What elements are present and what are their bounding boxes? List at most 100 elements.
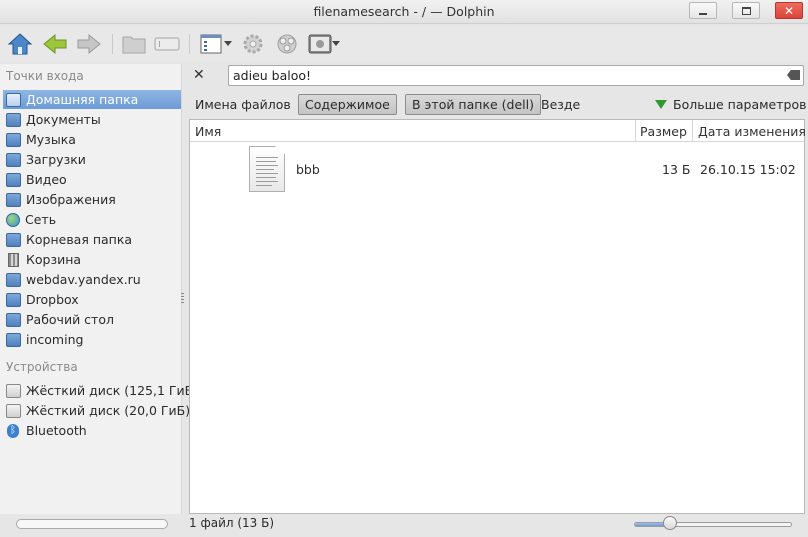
places-section-title: Точки входа [6,69,84,83]
sidebar-item-label: Корневая папка [26,232,133,247]
rename-button[interactable] [154,31,180,57]
sidebar-item-label: Видео [26,172,67,187]
minimize-button[interactable] [689,2,717,19]
panel-splitter-handle[interactable] [181,293,184,303]
column-modified-header[interactable]: Дата изменения [698,124,806,139]
forward-button[interactable] [76,31,102,57]
dropbox-folder-icon [6,292,21,307]
filter-this-folder-button[interactable]: В этой папке (dell) [405,94,541,115]
sidebar-item-network[interactable]: Сеть [3,210,181,229]
services-button[interactable] [274,31,300,57]
folder-icon [122,36,146,54]
sidebar-item-label: incoming [26,332,84,347]
menu-icon [308,34,332,54]
desktop-folder-icon [6,312,21,327]
settings-button[interactable] [240,31,266,57]
column-header: Имя Размер Дата изменения [190,120,806,142]
sidebar-item-label: Загрузки [26,152,86,167]
pictures-folder-icon [6,192,21,207]
root-folder-icon [6,232,21,247]
column-separator[interactable] [635,120,636,142]
network-icon [6,212,20,227]
toolbar [0,25,808,63]
sidebar-item-label: webdav.yandex.ru [26,272,141,287]
downloads-folder-icon [6,152,21,167]
sidebar-item-root[interactable]: Корневая папка [3,230,181,249]
sidebar-item-label: Сеть [25,212,57,227]
hard-drive-icon [6,403,21,418]
more-options-button[interactable]: Больше параметров [649,94,808,115]
sidebar-item-label: Документы [26,112,101,127]
close-button[interactable]: ✕ [775,2,803,19]
filter-everywhere-button[interactable]: Везде [535,94,586,115]
music-folder-icon [6,132,21,147]
sidebar-item-label: Домашняя папка [26,92,139,107]
sidebar-item-downloads[interactable]: Загрузки [3,150,181,169]
view-mode-button[interactable] [198,31,224,57]
sidebar-item-pictures[interactable]: Изображения [3,190,181,209]
filter-content-button[interactable]: Содержимое [298,94,397,115]
documents-folder-icon [6,112,21,127]
search-bar: ✕ [186,64,808,88]
view-mode-dropdown-icon[interactable] [224,41,232,46]
sidebar-item-label: Рабочий стол [26,312,114,327]
sidebar-item-bluetooth[interactable]: ᛒ Bluetooth [3,421,181,440]
sidebar-item-webdav[interactable]: webdav.yandex.ru [3,270,181,289]
sidebar-item-music[interactable]: Музыка [3,130,181,149]
sidebar-item-trash[interactable]: Корзина [3,250,181,269]
details-view-icon [200,34,222,54]
sidebar-item-label: Музыка [26,132,76,147]
bluetooth-icon: ᛒ [7,423,19,438]
main-panel: ✕ Имена файлов Содержимое В этой папке (… [186,64,808,514]
minimize-icon [699,12,707,15]
column-size-header[interactable]: Размер [640,124,687,139]
text-file-icon [249,146,285,192]
places-panel: Точки входа Домашняя папка Документы Муз… [0,64,198,514]
search-input[interactable] [228,65,804,86]
sidebar-item-incoming[interactable]: incoming [3,330,181,349]
title-bar: filenamesearch - / — Dolphin ✕ [0,0,808,24]
sidebar-item-documents[interactable]: Документы [3,110,181,129]
more-options-label: Больше параметров [673,97,807,112]
sidebar-item-home[interactable]: Домашняя папка [3,90,181,109]
services-icon [277,34,297,54]
back-button[interactable] [42,31,68,57]
menu-button[interactable] [307,31,333,57]
maximize-button[interactable] [732,2,760,19]
new-folder-button[interactable] [121,31,147,57]
devices-section-title: Устройства [6,360,78,374]
close-search-icon[interactable]: ✕ [193,67,205,83]
sidebar-horizontal-scrollbar[interactable] [16,519,168,529]
file-view[interactable]: Имя Размер Дата изменения bbb 13 Б 26.10… [189,119,806,514]
sidebar-item-desktop[interactable]: Рабочий стол [3,310,181,329]
sidebar-item-video[interactable]: Видео [3,170,181,189]
close-icon: ✕ [783,3,795,18]
zoom-slider-handle[interactable] [663,516,678,530]
forward-arrow-icon [77,33,101,55]
file-name: bbb [296,162,320,177]
status-text: 1 файл (13 Б) [189,516,275,530]
status-bar: 1 файл (13 Б) [186,514,808,537]
home-icon [8,33,32,55]
column-name-header[interactable]: Имя [195,124,221,139]
rename-icon [154,37,180,51]
menu-dropdown-icon[interactable] [332,41,340,46]
column-separator[interactable] [692,120,693,142]
folder-icon [6,332,21,347]
toolbar-separator [189,34,190,54]
zoom-slider[interactable] [634,522,792,527]
sidebar-item-label: Bluetooth [26,423,87,438]
gear-icon [243,34,263,54]
video-folder-icon [6,172,21,187]
sidebar-item-disk-1[interactable]: Жёсткий диск (125,1 ГиБ) [3,381,198,400]
sidebar-item-disk-2[interactable]: Жёсткий диск (20,0 ГиБ) [3,401,190,420]
more-options-icon [655,100,667,109]
filter-filenames-button[interactable]: Имена файлов [189,94,297,115]
home-button[interactable] [7,31,33,57]
sidebar-item-label: Dropbox [26,292,79,307]
toolbar-separator [112,34,113,54]
trash-icon [8,252,19,267]
sidebar-item-label: Жёсткий диск (125,1 ГиБ) [26,383,199,398]
sidebar-item-dropbox[interactable]: Dropbox [3,290,181,309]
table-row[interactable]: bbb 13 Б 26.10.15 15:02 [190,146,804,194]
